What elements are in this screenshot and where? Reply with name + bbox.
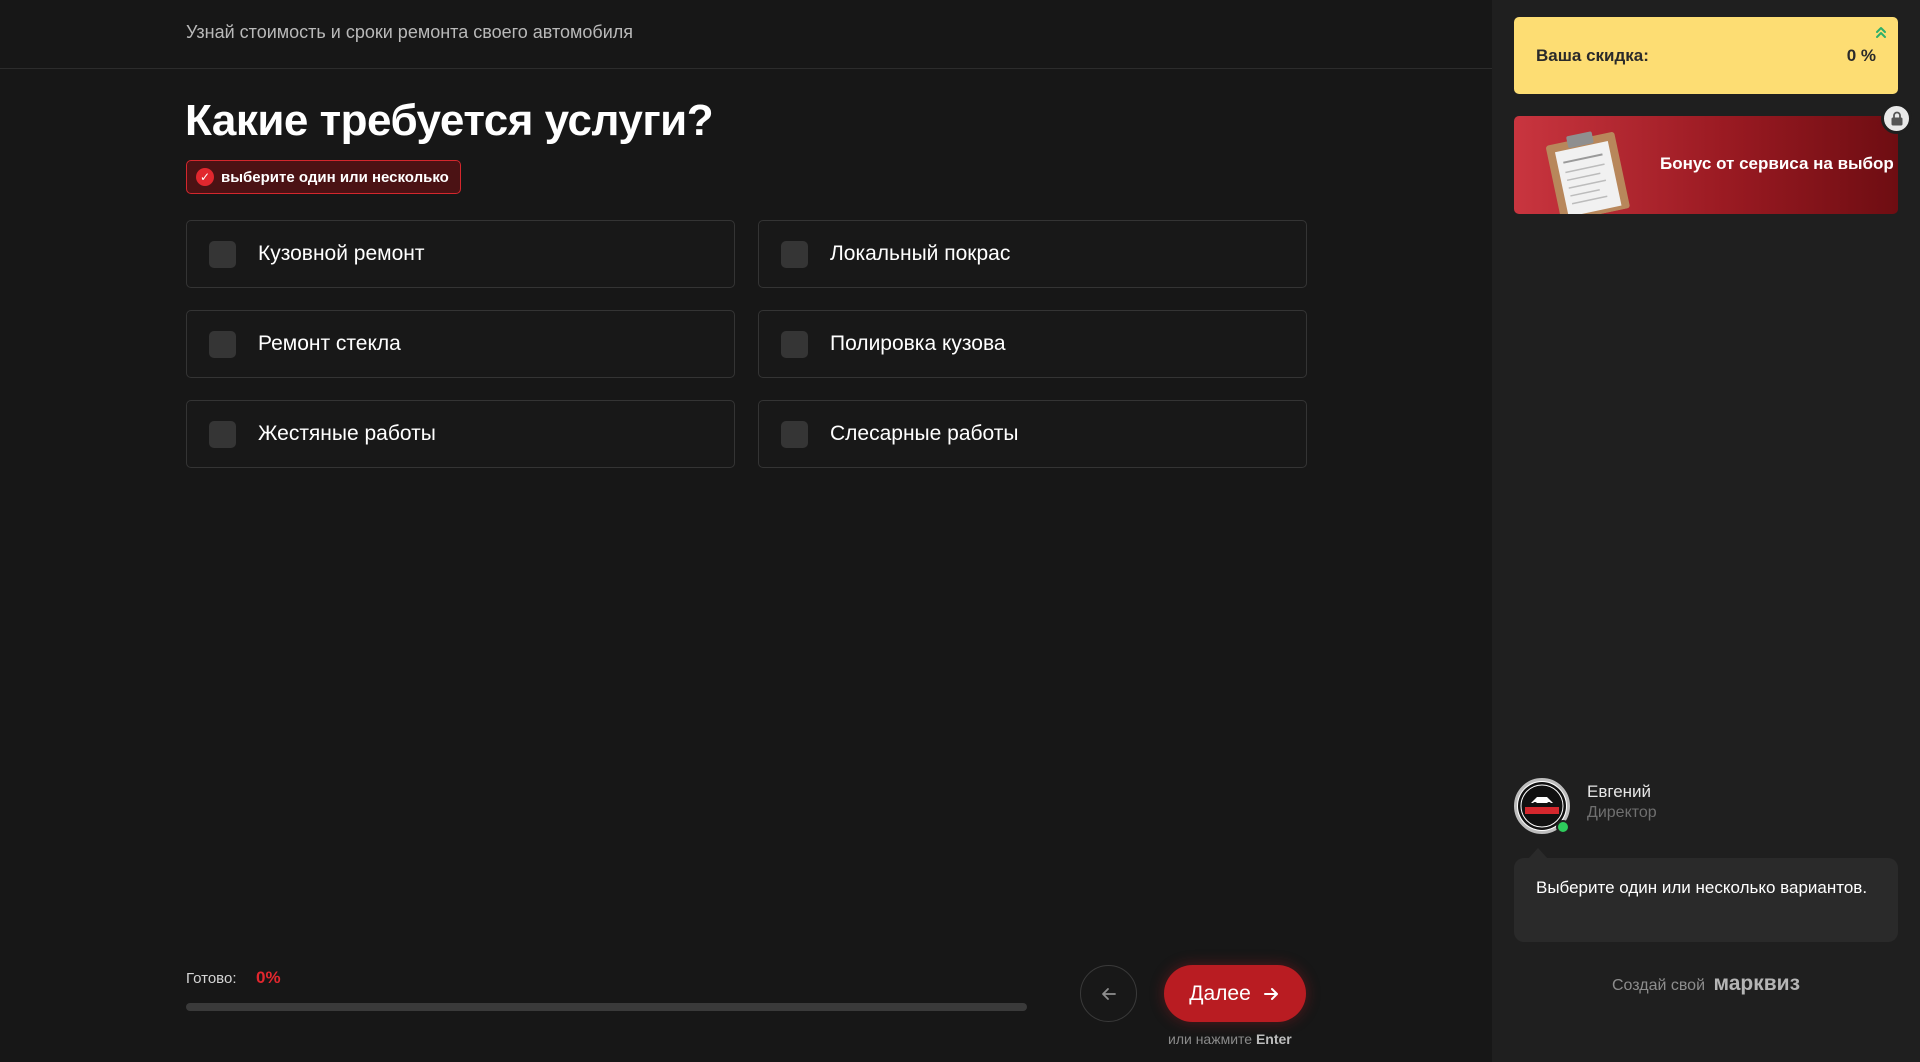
options-grid: Кузовной ремонт Локальный покрас Ремонт … [186, 220, 1307, 468]
option-label: Полировка кузова [830, 332, 1006, 355]
discount-card: Ваша скидка: 0 % [1514, 17, 1898, 94]
progress-value: 0% [256, 968, 281, 987]
check-circle-icon: ✓ [196, 168, 214, 186]
selection-hint-text: выберите один или несколько [221, 168, 449, 186]
manager-name: Евгений [1587, 782, 1652, 801]
arrow-right-icon [1263, 987, 1278, 1000]
checkbox[interactable] [781, 240, 808, 268]
question-title: Какие требуется услуги? [185, 96, 714, 145]
enter-hint-prefix: или нажмите [1168, 1031, 1253, 1047]
header-bar: Узнай стоимость и сроки ремонта своего а… [0, 0, 1492, 69]
header-subtitle: Узнай стоимость и сроки ремонта своего а… [186, 22, 634, 42]
arrow-left-icon [1101, 987, 1116, 1000]
option-label: Локальный покрас [830, 242, 1011, 265]
progress-bar [186, 1003, 1027, 1011]
manager-role: Директор [1587, 804, 1657, 821]
option-label: Слесарные работы [830, 422, 1019, 445]
checkbox[interactable] [209, 330, 236, 358]
online-status-dot [1556, 820, 1570, 834]
progress-label: Готово: [186, 970, 237, 987]
option-label: Кузовной ремонт [258, 242, 425, 265]
checkbox[interactable] [781, 330, 808, 358]
discount-label: Ваша скидка: [1536, 45, 1649, 65]
discount-value: 0 % [1846, 45, 1876, 65]
double-chevron-up-icon [1876, 27, 1886, 38]
manager-card: Евгений Директор [1514, 778, 1898, 838]
option-local-paint[interactable]: Локальный покрас [758, 220, 1307, 288]
enter-hint-key: Enter [1255, 1031, 1292, 1047]
option-tin-works[interactable]: Жестяные работы [186, 400, 735, 468]
brand-link[interactable]: Создай свой марквиз [1492, 972, 1920, 996]
option-label: Ремонт стекла [258, 332, 401, 355]
back-button[interactable] [1080, 965, 1137, 1022]
option-label: Жестяные работы [258, 422, 436, 445]
lock-icon [1881, 103, 1912, 134]
option-body-polishing[interactable]: Полировка кузова [758, 310, 1307, 378]
quiz-app: Узнай стоимость и сроки ремонта своего а… [0, 0, 1920, 1062]
enter-hint: или нажмите Enter [1168, 1031, 1292, 1047]
sidebar: Ваша скидка: 0 % Бонус от сервиса на выб… [1492, 0, 1920, 1062]
option-locksmith-works[interactable]: Слесарные работы [758, 400, 1307, 468]
manager-message: Выберите один или несколько вариантов. [1514, 858, 1898, 942]
checkbox[interactable] [209, 240, 236, 268]
option-body-repair[interactable]: Кузовной ремонт [186, 220, 735, 288]
option-glass-repair[interactable]: Ремонт стекла [186, 310, 735, 378]
checkbox[interactable] [781, 420, 808, 448]
next-button[interactable]: Далее [1164, 965, 1306, 1022]
bonus-card[interactable]: Бонус от сервиса на выбор [1514, 116, 1898, 214]
quiz-main-area: Узнай стоимость и сроки ремонта своего а… [0, 0, 1492, 1062]
brand-prefix: Создай свой [1611, 977, 1706, 994]
brand-name: марквиз [1713, 972, 1801, 995]
selection-hint-badge: ✓ выберите один или несколько [186, 160, 461, 194]
checkbox[interactable] [209, 420, 236, 448]
clipboard-icon [1546, 131, 1630, 214]
bonus-label: Бонус от сервиса на выбор [1660, 154, 1894, 173]
next-button-label: Далее [1189, 981, 1251, 1005]
